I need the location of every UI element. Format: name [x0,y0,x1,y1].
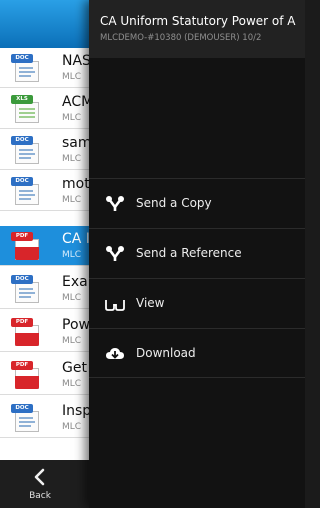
chevron-left-icon [34,468,45,486]
file-subtitle: MLC [62,293,82,303]
file-name: Exa [62,274,88,290]
send-a-reference-button[interactable]: Send a Reference [89,228,305,278]
menu-item-label: Send a Copy [136,196,212,210]
doc-file-icon: DOC [11,54,43,82]
file-subtitle: MLC [62,250,82,260]
back-label: Back [29,491,51,501]
file-name: CA I [62,231,90,247]
menu-item-label: View [136,296,165,310]
send-a-copy-button[interactable]: Send a Copy [89,178,305,228]
pdf-file-icon: PDF [11,232,43,260]
menu-item-label: Send a Reference [136,246,242,260]
cloud-download-icon [106,348,124,359]
pdf-file-icon: PDF [11,361,43,389]
context-menu-panel: CA Uniform Statutory Power of A MLCDEMO-… [89,0,305,508]
doc-file-icon: DOC [11,275,43,303]
file-subtitle: MLC [62,154,82,164]
menu-item-label: Download [136,346,196,360]
glasses-icon [105,300,125,311]
file-name: sam [62,135,92,151]
file-subtitle: MLC [62,195,82,205]
app-screen: DOC NAS MLC XLS ACM MLC DOC sam MLC DOC … [0,0,305,508]
doc-file-icon: DOC [11,136,43,164]
share-icon [106,196,124,211]
panel-title: CA Uniform Statutory Power of A [100,14,296,28]
file-subtitle: MLC [62,379,82,389]
file-subtitle: MLC [62,72,82,82]
xls-file-icon: XLS [11,95,43,123]
file-subtitle: MLC [62,336,82,346]
back-button[interactable]: Back [14,464,66,506]
pdf-file-icon: PDF [11,318,43,346]
download-button[interactable]: Download [89,328,305,378]
share-icon [106,246,124,261]
file-name: mot [62,176,90,192]
panel-subtitle: MLCDEMO-#10380 (DEMOUSER) 10/2 [100,33,262,43]
file-name: Pow [62,317,90,333]
doc-file-icon: DOC [11,404,43,432]
file-name: Get [62,360,87,376]
file-subtitle: MLC [62,422,82,432]
doc-file-icon: DOC [11,177,43,205]
file-name: Insp [62,403,92,419]
panel-header: CA Uniform Statutory Power of A MLCDEMO-… [89,0,305,58]
file-name: NAS [62,53,91,69]
file-subtitle: MLC [62,113,82,123]
view-button[interactable]: View [89,278,305,328]
